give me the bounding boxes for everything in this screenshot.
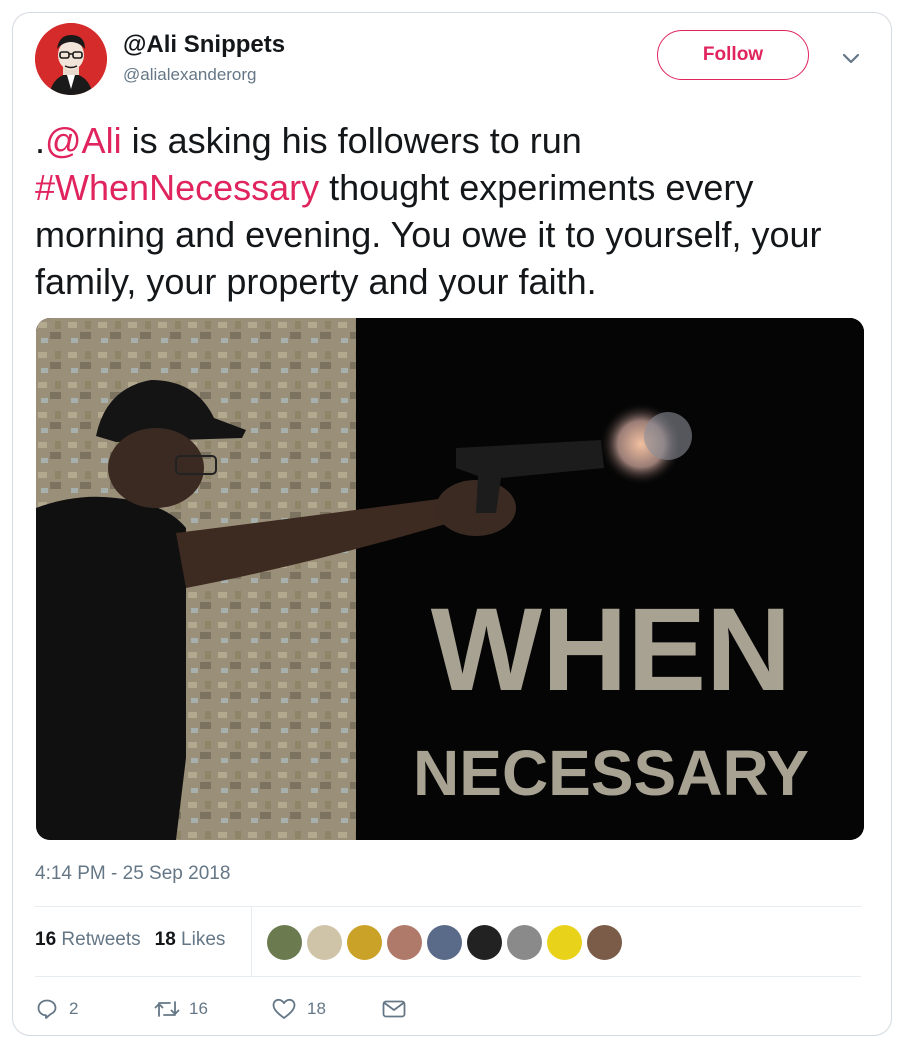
tweet-timestamp[interactable]: 4:14 PM - 25 Sep 2018 <box>35 863 230 885</box>
liker-avatar[interactable] <box>507 925 542 960</box>
retweets-label: Retweets <box>61 929 141 950</box>
retweet-icon <box>154 1001 180 1017</box>
tweet-actions: 2 16 18 <box>35 997 407 1021</box>
retweet-count: 16 <box>189 999 208 1018</box>
divider <box>35 976 861 977</box>
tweet-text: .@Ali is asking his followers to run #Wh… <box>35 117 875 305</box>
user-handle[interactable]: @alialexanderorg <box>123 65 257 85</box>
message-icon <box>382 1000 406 1018</box>
likers-avatars <box>267 925 622 960</box>
like-button[interactable]: 18 <box>271 997 381 1021</box>
stats-separator <box>251 906 252 976</box>
direct-message-button[interactable] <box>381 997 407 1021</box>
media-text-when: WHEN <box>431 584 792 716</box>
follow-label: Follow <box>702 44 764 65</box>
reply-button[interactable]: 2 <box>35 997 153 1021</box>
tweet-text-part1: is asking his followers to run <box>121 120 582 161</box>
liker-avatar[interactable] <box>307 925 342 960</box>
hashtag-link[interactable]: #WhenNecessary <box>35 167 319 208</box>
liker-avatar[interactable] <box>547 925 582 960</box>
media-text-necessary: NECESSARY <box>413 737 809 809</box>
tweet-stats: 16 Retweets 18 Likes <box>35 929 225 951</box>
likes-label: Likes <box>181 929 226 950</box>
like-count: 18 <box>307 999 326 1018</box>
tweet-media-image[interactable]: WHEN NECESSARY <box>36 318 864 840</box>
liker-avatar[interactable] <box>427 925 462 960</box>
reply-count: 2 <box>69 999 79 1018</box>
tweet-prefix: . <box>35 120 46 161</box>
follow-button[interactable]: Follow <box>657 30 809 80</box>
liker-avatar[interactable] <box>587 925 622 960</box>
user-name[interactable]: @Ali Snippets <box>123 31 285 59</box>
retweets-stat[interactable]: 16 Retweets <box>35 929 141 951</box>
tweet-card: @Ali Snippets @alialexanderorg Follow .@… <box>12 12 892 1036</box>
liker-avatar[interactable] <box>267 925 302 960</box>
reply-icon <box>37 999 57 1019</box>
heart-icon <box>272 998 296 1019</box>
liker-avatar[interactable] <box>347 925 382 960</box>
retweets-count: 16 <box>35 929 57 950</box>
divider <box>35 906 861 907</box>
mention-link[interactable]: @Ali <box>45 120 122 161</box>
retweet-button[interactable]: 16 <box>153 997 271 1021</box>
liker-avatar[interactable] <box>467 925 502 960</box>
liker-avatar[interactable] <box>387 925 422 960</box>
chevron-down-icon[interactable] <box>841 51 861 65</box>
avatar[interactable] <box>35 23 107 95</box>
likes-count: 18 <box>154 929 176 950</box>
likes-stat[interactable]: 18 Likes <box>155 929 226 951</box>
